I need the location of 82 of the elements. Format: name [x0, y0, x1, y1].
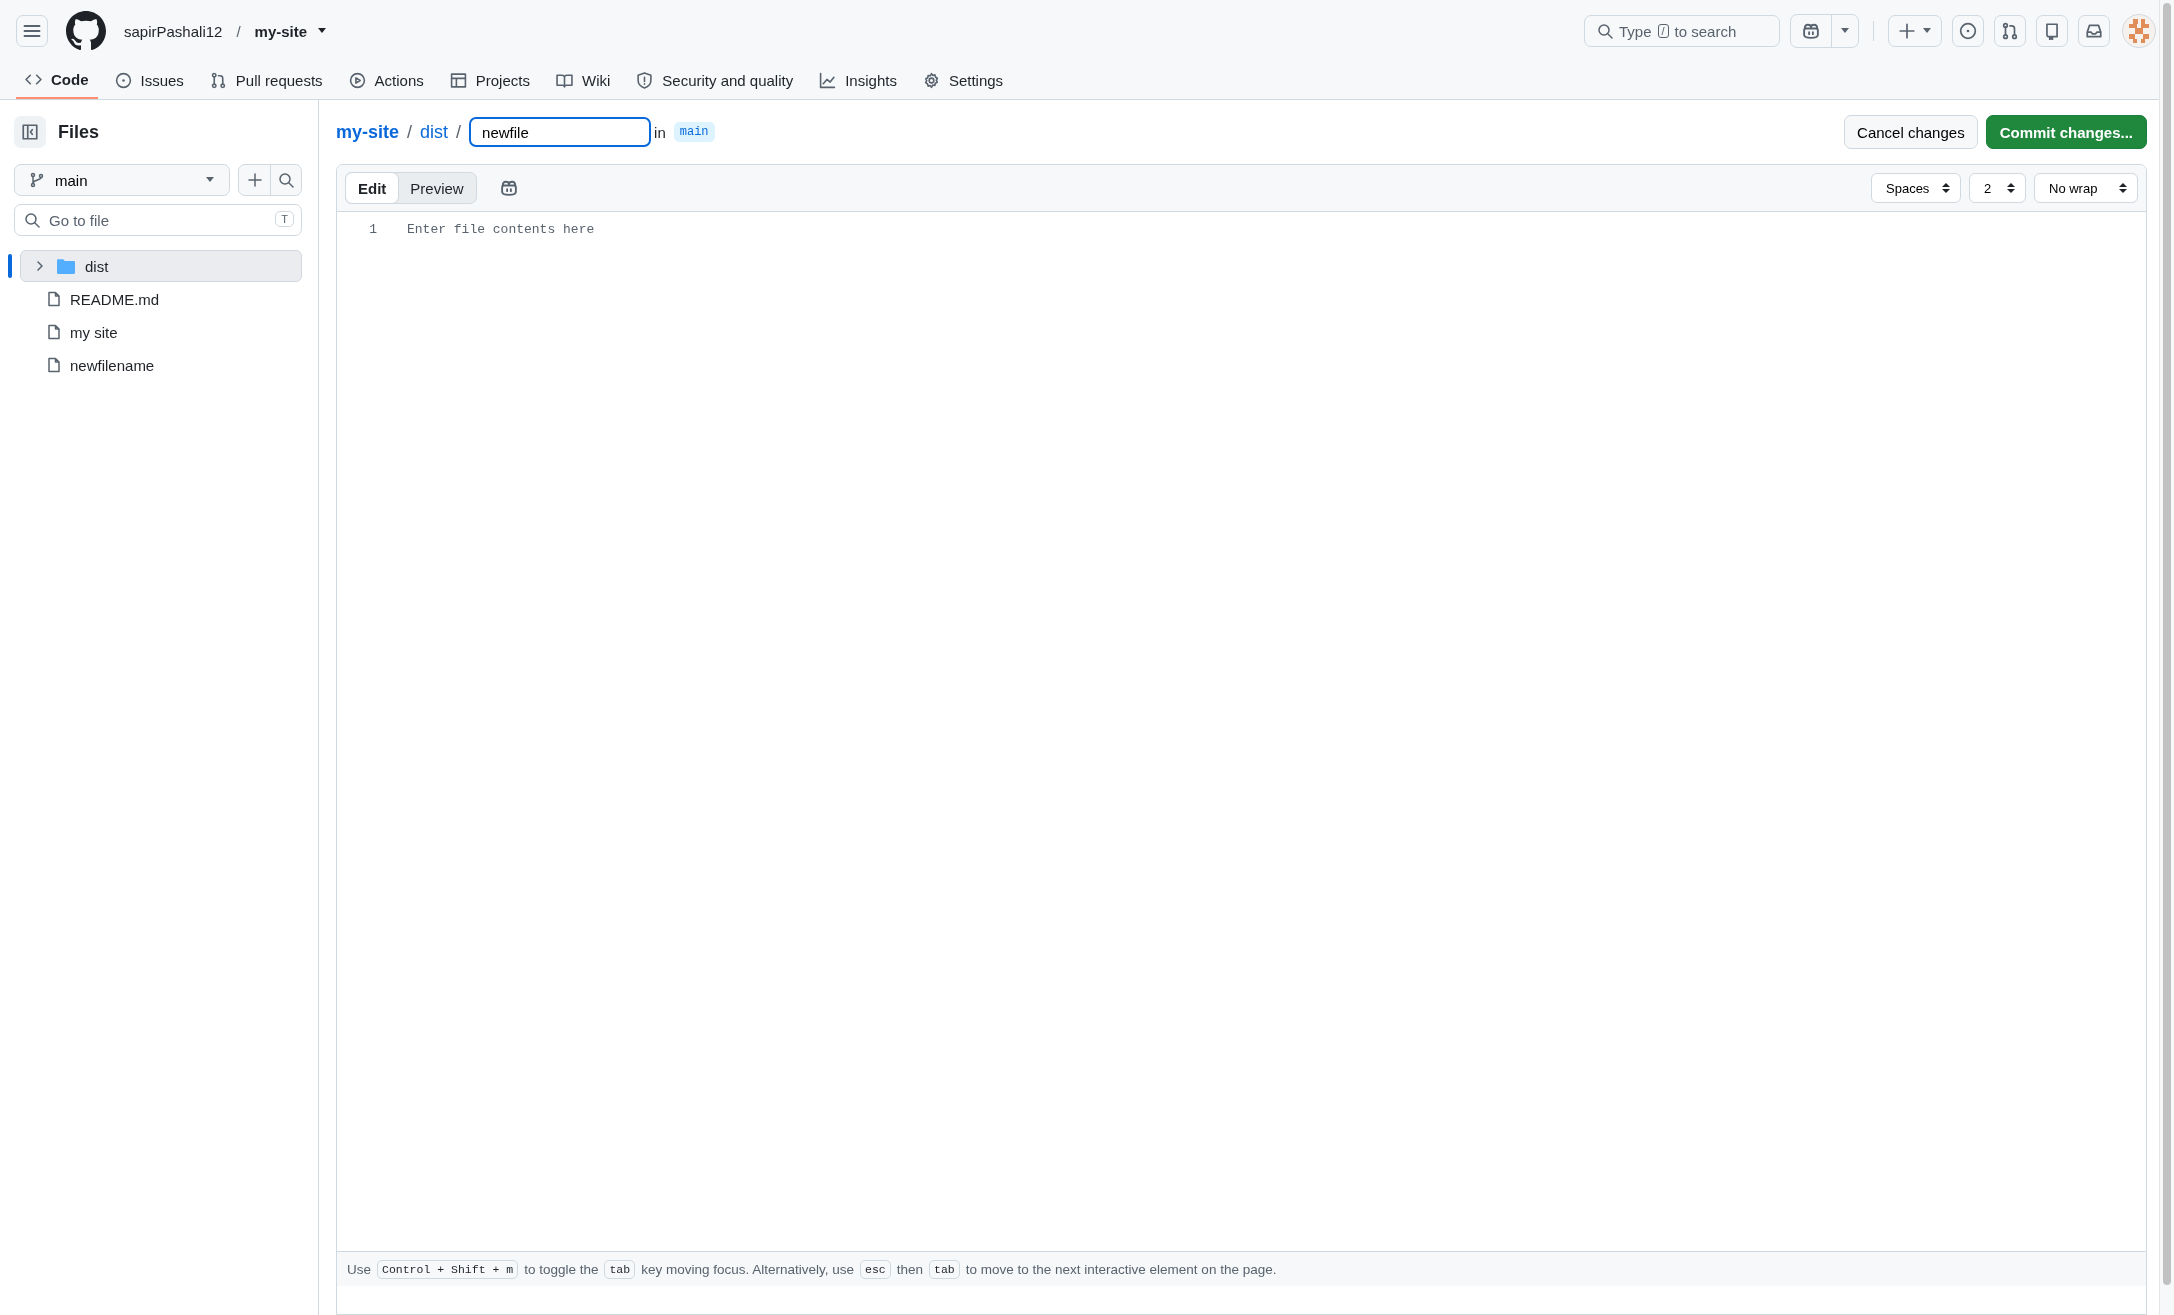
search-hint: to search: [1674, 22, 1737, 40]
updown-icon: [2119, 182, 2127, 194]
editor-select[interactable]: Spaces: [1871, 173, 1961, 203]
mode-tab[interactable]: Edit: [346, 173, 399, 203]
editor-select[interactable]: No wrap: [2034, 173, 2138, 203]
file-icon: [46, 324, 62, 340]
scrollbar-thumb[interactable]: [2163, 3, 2171, 1285]
key-hint: esc: [860, 1259, 891, 1279]
file-icon: [46, 291, 62, 307]
filename-field[interactable]: newfile: [469, 117, 652, 147]
hint-text: to toggle the: [524, 1261, 599, 1277]
play-icon: [348, 72, 366, 89]
search-field[interactable]: Type / to search: [1584, 15, 1780, 47]
repo-tab[interactable]: Security and quality: [627, 62, 803, 99]
editor-select[interactable]: 2: [1969, 173, 2026, 203]
owner-link[interactable]: sapirPashali12: [124, 22, 223, 40]
repo-link[interactable]: my-site: [254, 22, 308, 40]
mode-tab[interactable]: Preview: [398, 173, 476, 203]
shield-icon: [636, 72, 654, 89]
tree-item[interactable]: my site: [20, 316, 302, 348]
caret-icon: [205, 177, 215, 183]
book-icon: [555, 72, 573, 89]
shortcut-key: /: [1657, 24, 1669, 38]
updown-icon: [1942, 182, 1950, 194]
tree-item[interactable]: README.md: [20, 283, 302, 315]
book-icon[interactable]: [2036, 15, 2068, 47]
path-separator: /: [236, 22, 241, 40]
cancel-changes-button[interactable]: Cancel changes: [1844, 115, 1978, 149]
octocat-logo-icon[interactable]: [66, 11, 106, 51]
plus-icon: [1898, 22, 1916, 40]
updown-icon: [2007, 182, 2015, 194]
repo-tab[interactable]: Actions: [339, 62, 433, 99]
repo-tab[interactable]: Insights: [810, 62, 906, 99]
repo-tab[interactable]: Projects: [440, 62, 539, 99]
key-hint: tab: [604, 1259, 636, 1279]
hint-text: key moving focus. Alternatively, use: [641, 1261, 855, 1277]
breadcrumb-link[interactable]: my-site: [336, 121, 400, 143]
graph-icon: [819, 72, 837, 89]
sidebar-toggle-icon[interactable]: [14, 116, 46, 148]
branch-tag: main: [673, 122, 715, 142]
line-number: 1: [369, 221, 377, 239]
folder-icon: [57, 258, 75, 274]
inbox-icon[interactable]: [2078, 15, 2110, 47]
caret-icon: [1840, 28, 1850, 34]
repo-tab[interactable]: Code: [16, 62, 98, 99]
copilot-icon[interactable]: [498, 178, 519, 198]
search-icon: [24, 212, 40, 228]
hint-text: to move to the next interactive element on the page.: [965, 1261, 1277, 1277]
key-hint: tab: [929, 1259, 960, 1279]
search-hint: Type: [1619, 22, 1652, 40]
in-label: in: [654, 123, 666, 141]
chevron-icon[interactable]: [35, 261, 45, 271]
code-icon: [25, 71, 42, 88]
sidebar-title: Files: [58, 121, 100, 143]
key-hint: Control + Shift + m: [377, 1259, 519, 1279]
shortcut-key: T: [275, 211, 294, 227]
caret-icon: [1922, 28, 1932, 34]
pull-request-icon[interactable]: [1994, 15, 2026, 47]
path-separator: /: [407, 121, 413, 143]
issue-icon: [114, 72, 132, 89]
create-new-button[interactable]: [1888, 15, 1942, 47]
branch-icon: [29, 172, 45, 188]
table-icon: [449, 72, 467, 89]
repo-tab[interactable]: Pull requests: [200, 62, 332, 99]
gear-icon: [922, 72, 940, 89]
path-separator: /: [456, 121, 462, 143]
repo-tab[interactable]: Issues: [105, 62, 193, 99]
repo-tab[interactable]: Wiki: [546, 62, 620, 99]
file-icon: [46, 357, 62, 373]
pull-request-icon: [209, 72, 227, 89]
breadcrumb-link[interactable]: dist: [420, 121, 449, 143]
branch-selector[interactable]: main: [14, 164, 230, 196]
hint-text: Use: [347, 1261, 371, 1277]
issue-icon[interactable]: [1952, 15, 1984, 47]
menu-icon[interactable]: [16, 15, 48, 47]
tree-item[interactable]: dist: [20, 250, 302, 282]
search-icon: [1597, 23, 1613, 39]
repo-tab[interactable]: Settings: [913, 62, 1013, 99]
hint-text: then: [896, 1261, 924, 1277]
commit-changes-button[interactable]: Commit changes...: [1985, 115, 2147, 149]
caret-icon[interactable]: [317, 28, 328, 34]
tree-item[interactable]: newfilename: [20, 349, 302, 381]
